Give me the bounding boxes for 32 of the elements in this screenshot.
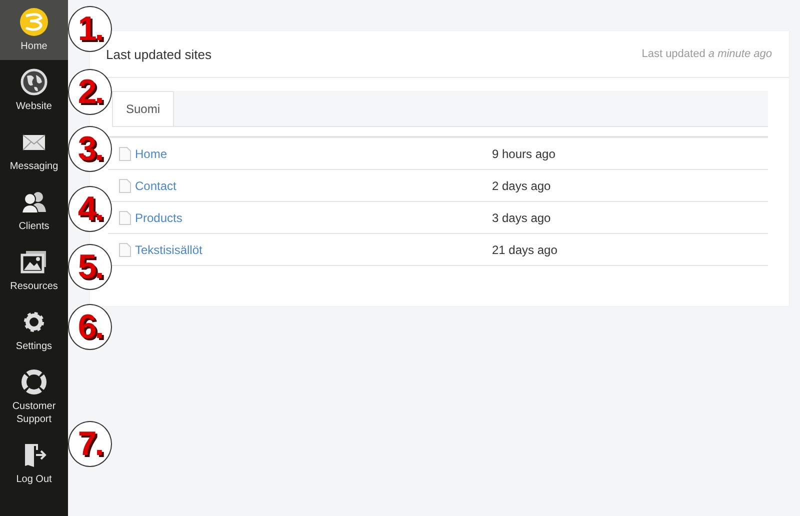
updated-time: 2 days ago [492, 178, 551, 192]
page-icon [119, 178, 131, 192]
number-callout: 5. [68, 244, 112, 290]
number-callout: 6. [68, 304, 112, 350]
sidebar-item[interactable]: Home [0, 0, 68, 60]
updated-time: 21 days ago [492, 242, 558, 256]
page-icon [119, 242, 131, 256]
page-icon [119, 146, 131, 160]
sidebar-item[interactable]: Customer Support [0, 360, 68, 433]
lifebuoy-icon [19, 367, 49, 397]
page-link[interactable]: Tekstisisällöt [135, 242, 202, 256]
sidebar-item[interactable]: Settings [0, 300, 68, 360]
number-callout: 4. [68, 186, 112, 232]
page-link[interactable]: Home [135, 146, 168, 160]
page-link[interactable]: Products [135, 210, 182, 224]
language-tab[interactable]: Suomi [112, 91, 174, 126]
number-callout: 1. [68, 6, 112, 52]
number-callout: 7. [68, 421, 112, 467]
sidebar-item[interactable]: Messaging [0, 120, 68, 180]
sidebar-item[interactable]: Website [0, 60, 68, 120]
page-link[interactable]: Contact [135, 178, 176, 192]
globe-icon [19, 67, 49, 97]
sidebar-item[interactable]: Resources [0, 240, 68, 300]
page-icon [119, 210, 131, 224]
sidebar-item[interactable]: Clients [0, 180, 68, 240]
updated-time: 9 hours ago [492, 146, 556, 160]
sidebar-item[interactable]: Log Out [0, 433, 68, 493]
number-callout: 3. [68, 126, 112, 172]
number-callout: 2. [68, 69, 112, 115]
last-updated-text: Last updated a minute ago [642, 48, 772, 60]
updated-time: 3 days ago [492, 210, 551, 224]
logo-icon [19, 7, 49, 37]
